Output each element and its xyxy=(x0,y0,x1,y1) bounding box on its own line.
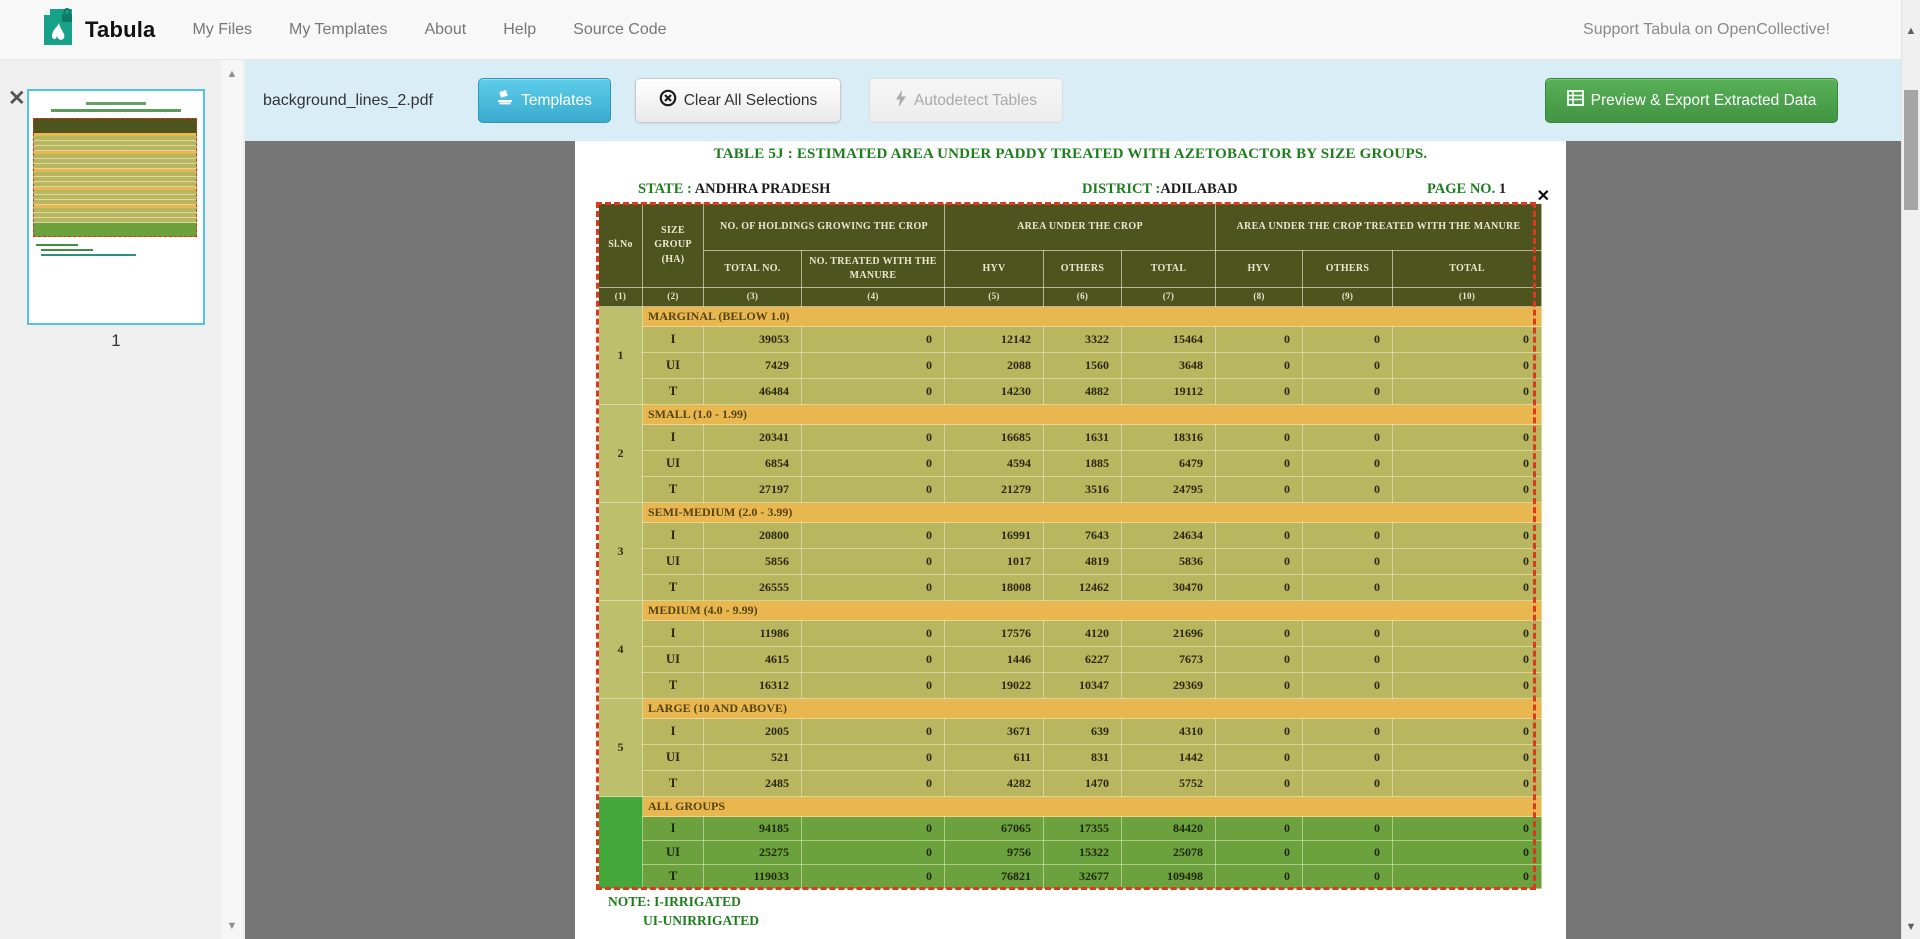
thumb-note-line xyxy=(36,244,78,246)
toolbar: background_lines_2.pdf Templates Clear A… xyxy=(245,60,1901,141)
tabula-brand[interactable]: Tabula xyxy=(42,7,155,52)
page-sidebar: ✕ 1 ▲ ▼ xyxy=(0,60,245,939)
remove-file-icon[interactable]: ✕ xyxy=(8,88,26,109)
pageno-label: PAGE NO. xyxy=(1427,181,1495,197)
nav-source-code[interactable]: Source Code xyxy=(573,21,666,39)
pdf-district-line: DISTRICT :ADILABAD xyxy=(1082,181,1238,198)
pageno-value: 1 xyxy=(1499,181,1506,197)
state-value: ANDHRA PRADESH xyxy=(695,181,831,197)
page-thumbnail[interactable] xyxy=(27,89,205,325)
brand-name[interactable]: Tabula xyxy=(85,17,155,43)
thumb-subtitle-line xyxy=(51,109,181,112)
templates-button[interactable]: Templates xyxy=(478,78,611,123)
main-nav: My Files My Templates About Help Source … xyxy=(192,21,703,39)
pdf-note-line1: NOTE: I-IRRIGATED xyxy=(608,894,741,910)
table-selection-box[interactable]: ✕ xyxy=(596,202,1536,890)
clear-selections-icon xyxy=(659,89,677,112)
pdf-page[interactable]: TABLE 5J : ESTIMATED AREA UNDER PADDY TR… xyxy=(575,141,1566,939)
pdf-note-line2: UI-UNIRRIGATED xyxy=(643,913,759,929)
thumbnail-page-number: 1 xyxy=(27,331,205,351)
export-table-icon xyxy=(1567,90,1584,111)
clear-selections-label: Clear All Selections xyxy=(684,92,818,110)
scroll-down-icon[interactable]: ▼ xyxy=(1906,922,1917,933)
nav-about[interactable]: About xyxy=(424,21,466,39)
autodetect-tables-button[interactable]: Autodetect Tables xyxy=(869,78,1063,123)
nav-my-templates[interactable]: My Templates xyxy=(289,21,387,39)
support-opencollective-link[interactable]: Support Tabula on OpenCollective! xyxy=(1583,21,1830,39)
thumb-note-line xyxy=(41,249,93,251)
scrollbar-thumb[interactable] xyxy=(1904,90,1918,210)
sidebar-scroll-up-icon[interactable]: ▲ xyxy=(227,69,238,80)
templates-icon xyxy=(497,90,514,111)
templates-label: Templates xyxy=(521,92,592,110)
autodetect-bolt-icon xyxy=(895,90,907,112)
open-filename: background_lines_2.pdf xyxy=(263,92,433,110)
pdf-table-title: TABLE 5J : ESTIMATED AREA UNDER PADDY TR… xyxy=(575,146,1566,163)
pdf-state-line: STATE : ANDHRA PRADESH xyxy=(638,181,830,198)
pdf-workspace: TABLE 5J : ESTIMATED AREA UNDER PADDY TR… xyxy=(245,141,1901,939)
nav-my-files[interactable]: My Files xyxy=(192,21,252,39)
tabula-logo-icon xyxy=(42,7,76,52)
thumb-selection-outline xyxy=(33,118,197,237)
thumb-note-line xyxy=(41,254,136,256)
sidebar-scroll-down-icon[interactable]: ▼ xyxy=(227,921,238,932)
district-label: DISTRICT : xyxy=(1082,181,1160,197)
pdf-pageno-line: PAGE NO. 1 xyxy=(1427,181,1506,198)
district-value: ADILABAD xyxy=(1160,181,1237,197)
autodetect-label: Autodetect Tables xyxy=(914,92,1037,110)
thumb-mini-table xyxy=(33,118,197,237)
nav-help[interactable]: Help xyxy=(503,21,536,39)
thumb-title-line xyxy=(86,102,146,105)
page-scrollbar[interactable]: ▲ ▼ xyxy=(1901,0,1920,939)
sidebar-scrollbar[interactable]: ▲ ▼ xyxy=(221,60,243,939)
scroll-up-icon[interactable]: ▲ xyxy=(1906,26,1917,37)
selection-close-icon[interactable]: ✕ xyxy=(1537,186,1550,206)
preview-export-button[interactable]: Preview & Export Extracted Data xyxy=(1545,78,1838,123)
navbar: Tabula My Files My Templates About Help … xyxy=(0,0,1920,60)
clear-all-selections-button[interactable]: Clear All Selections xyxy=(635,78,841,123)
export-label: Preview & Export Extracted Data xyxy=(1591,92,1817,110)
state-label: STATE : xyxy=(638,181,692,197)
